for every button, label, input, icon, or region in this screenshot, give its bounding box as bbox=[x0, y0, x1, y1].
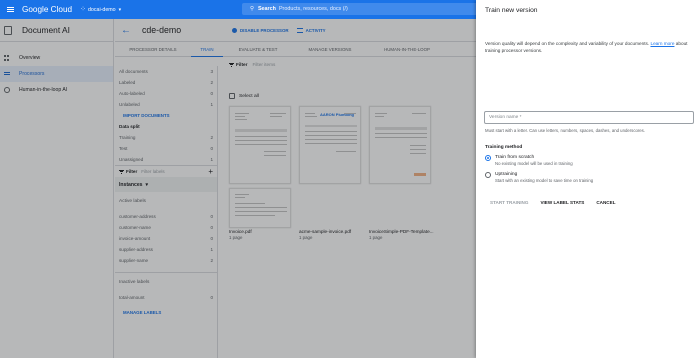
version-name-input[interactable]: Version name * bbox=[484, 111, 694, 124]
radio-uptraining[interactable]: Uptraining Start with an existing model … bbox=[485, 171, 593, 184]
modal-scrim[interactable] bbox=[0, 19, 476, 358]
version-name-help: Must start with a letter. Can use letter… bbox=[485, 128, 646, 133]
menu-icon[interactable] bbox=[7, 5, 14, 13]
description-text: Version quality will depend on the compl… bbox=[485, 41, 651, 46]
view-label-stats-button[interactable]: VIEW LABEL STATS bbox=[540, 200, 584, 205]
radio-sublabel: Start with an existing model to save tim… bbox=[495, 178, 594, 183]
cancel-button[interactable]: CANCEL bbox=[596, 200, 615, 205]
panel-description: Version quality will depend on the compl… bbox=[485, 40, 690, 54]
radio-sublabel: No existing model will be used in traini… bbox=[495, 161, 573, 166]
project-name: docai-demo bbox=[87, 6, 116, 13]
radio-unselected-icon[interactable] bbox=[485, 171, 491, 178]
train-new-version-panel: Train new version Version quality will d… bbox=[476, 0, 696, 358]
learn-more-link[interactable]: Learn more bbox=[650, 41, 674, 46]
google-cloud-logo[interactable]: Google Cloud bbox=[22, 5, 72, 14]
version-name-placeholder: Version name * bbox=[489, 115, 522, 120]
search-icon: ⚲ bbox=[250, 6, 254, 12]
panel-title: Train new version bbox=[485, 7, 538, 14]
panel-actions: START TRAINING VIEW LABEL STATS CANCEL bbox=[490, 200, 628, 205]
radio-train-from-scratch[interactable]: Train from scratch No existing model wil… bbox=[485, 154, 573, 167]
search-placeholder: Products, resources, docs (/) bbox=[278, 6, 348, 12]
chevron-down-icon: ▾ bbox=[118, 6, 122, 13]
project-selector[interactable]: ⁘ docai-demo ▾ bbox=[80, 6, 121, 13]
radio-label: Train from scratch bbox=[495, 155, 535, 160]
search-bar[interactable]: ⚲ Search Products, resources, docs (/) bbox=[242, 3, 482, 15]
radio-selected-icon[interactable] bbox=[485, 154, 491, 161]
radio-label: Uptraining bbox=[495, 172, 518, 177]
start-training-button[interactable]: START TRAINING bbox=[490, 200, 528, 205]
project-icon: ⁘ bbox=[80, 6, 86, 13]
training-method-heading: Training method bbox=[485, 145, 523, 150]
search-label: Search bbox=[257, 6, 276, 12]
